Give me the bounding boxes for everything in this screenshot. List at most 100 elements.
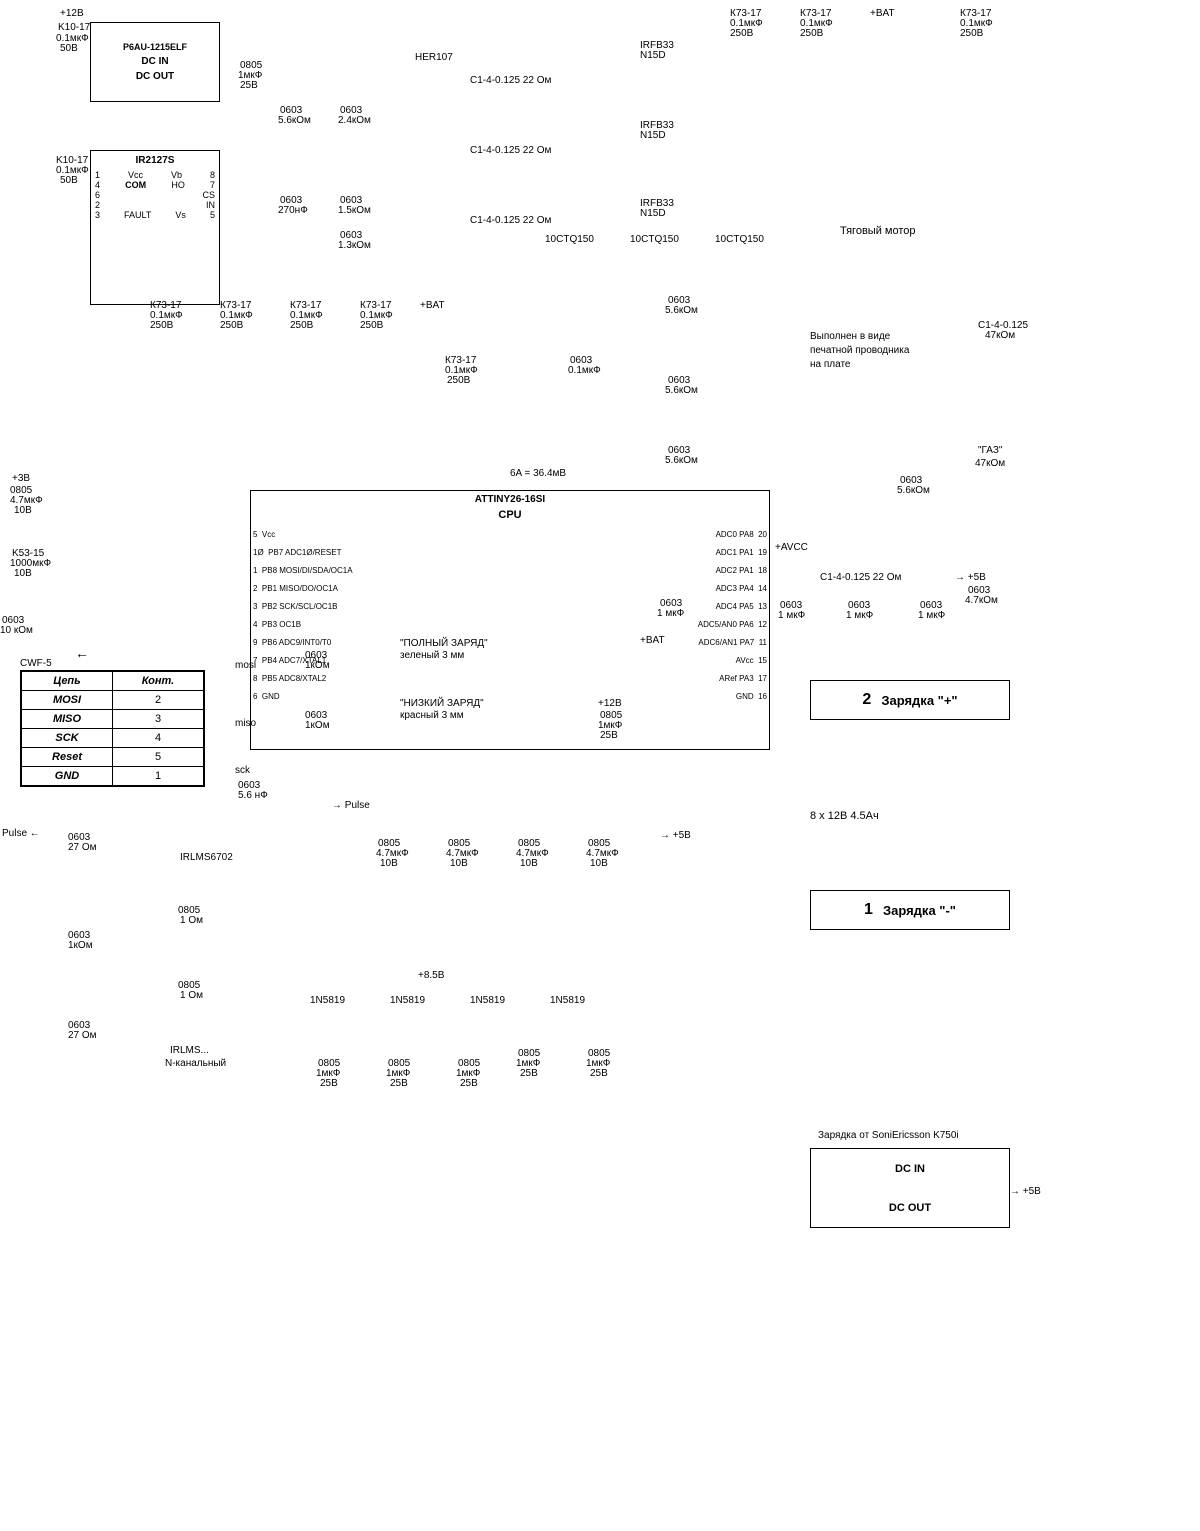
pulse-left: Pulse ← [2,828,40,839]
bc2-volt: 10В [450,858,468,869]
r19-val: 27 Ом [68,1030,97,1041]
cwf5-arrow: ← [75,645,89,661]
row-sck-sig: SCK [22,729,113,748]
charge-pos-num: 2 [862,691,871,709]
cpu-pin15: AVcc 15 [698,652,767,670]
vcc12-mid: +12В [598,698,622,709]
row-mosi-sig: MOSI [22,691,113,710]
row-gnd-pin: 1 [113,767,204,786]
mosi-line: mosi [235,660,256,671]
cpu-pin17: ARef PA3 17 [698,670,767,688]
ic-p6au-dcin: DC IN [141,56,168,67]
col-pin: Конт. [113,672,204,691]
ic-cpu-label: CPU [498,509,521,521]
led1-label: "ПОЛНЫЙ ЗАРЯД" [400,638,488,649]
charger-box: DC IN DC OUT [810,1148,1010,1228]
r22om-pkg: C1-4-0.125 22 Ом [820,572,901,583]
cwf5-name: CWF-5 [20,658,52,669]
cpu-pin7: 7 PB4 ADC7/XTAL1 [253,652,353,670]
r20-val: 10 кОм [0,625,33,636]
c3-pkg: K10-17 [58,22,90,33]
k53-volt: 10В [14,568,32,579]
cpu-pin11: ADC6/AN1 PA7 11 [698,634,767,652]
d7-name: 1N5819 [470,995,505,1006]
ir-pin6: 6 [95,190,100,200]
cwf5-table: Цепь Конт. MOSI 2 MISO 3 SCK 4 Reset 5 G… [20,670,205,787]
cpu-pin1: 1 PB8 MOSI/DI/SDA/OC1A [253,562,353,580]
cpu-pin13: ADC4 PA5 13 [698,598,767,616]
ir-pin7: 7 [210,180,215,190]
c17-val: 1 мкФ [918,610,945,621]
k73-2volt: 250В [800,28,823,39]
r2-val: 2.4кОм [338,115,371,126]
vcc5-bottom: → +5В [660,830,691,841]
charge-neg-num: 1 [864,901,873,919]
r25-val: 1кОм [68,940,93,951]
led2-color: красный 3 мм [400,710,464,721]
ir-pin3: 3 [95,210,100,220]
bc6-volt: 25В [390,1078,408,1089]
c-22om-3pkg: C1-4-0.125 22 Ом [470,215,551,226]
ir-pin5: 5 [210,210,215,220]
bc4-volt: 10В [590,858,608,869]
charger-dcin: DC IN [895,1163,925,1175]
ir-pin8: 8 [210,170,215,180]
bc8-volt: 25В [520,1068,538,1079]
r17-val: 1кОм [305,720,330,731]
c-22om-1pkg: C1-4-0.125 22 Ом [470,75,551,86]
ir-fault: FAULT [124,210,151,220]
col-signal: Цепь [22,672,113,691]
k73-m2volt: 250В [220,320,243,331]
ic-p6au: P6AU-1215ELF DC IN DC OUT [90,22,220,102]
d6-name: 1N5819 [390,995,425,1006]
c14-val: 0.1мкФ [568,365,601,376]
ic-attiny-name: ATTINY26-16SI [475,494,545,505]
led2-label: "НИЗКИЙ ЗАРЯД" [400,698,484,709]
k73-1volt: 250В [730,28,753,39]
ir-in: IN [206,200,215,210]
bc1-volt: 10В [380,858,398,869]
ir-ho: HO [171,180,185,190]
current-label: 6A = 36.4мВ [510,468,566,479]
ir-cs: CS [202,190,215,200]
vbat-m: +BAT [420,300,445,311]
cpu-pin19: ADC1 PA1 19 [698,544,767,562]
r8-val: 5.6кОм [665,455,698,466]
k73-m5volt: 250В [447,375,470,386]
ir-vs: Vs [175,210,186,220]
fet3-type: N15D [640,208,666,219]
her107-label: HER107 [415,52,453,63]
k73-3volt: 250В [960,28,983,39]
charger-dcout: DC OUT [889,1202,931,1214]
r5-val: 1.3кОм [338,240,371,251]
vcc5-charger: → +5В [1010,1186,1041,1197]
cpu-pin5: 5 Vcc [253,526,353,544]
row-miso-sig: MISO [22,710,113,729]
d8-name: 1N5819 [550,995,585,1006]
vbat-r: +BAT [640,635,665,646]
c5-volt: 10В [14,505,32,516]
row-reset-pin: 5 [113,748,204,767]
r15-val: 4.7кОм [965,595,998,606]
row-mosi-pin: 2 [113,691,204,710]
ir-pin1: 1 [95,170,100,180]
r3-val: 270нФ [278,205,308,216]
cpu-pin6: 6 GND [253,688,353,706]
vcc5-r: → +5В [955,572,986,583]
bc7-volt: 25В [460,1078,478,1089]
cpu-pin10: 1Ø PB7 ADC1Ø/RESET [253,544,353,562]
d-10ctq150-3: 10CTQ150 [715,234,764,245]
r22-val: 1 Ом [180,915,203,926]
k73-m1volt: 250В [150,320,173,331]
r16-val: 1кОм [305,660,330,671]
r23-val: 1 Ом [180,990,203,1001]
led1-color: зеленый 3 мм [400,650,464,661]
c15-val: 1 мкФ [778,610,805,621]
r4-val: 1.5кОм [338,205,371,216]
r13-val: 5.6кОм [897,485,930,496]
d-10ctq150-1: 10CTQ150 [545,234,594,245]
cpu-pin14: ADC3 PA4 14 [698,580,767,598]
k73-m3volt: 250В [290,320,313,331]
c16-val: 1 мкФ [846,610,873,621]
ir-vcc: Vcc [128,170,143,180]
